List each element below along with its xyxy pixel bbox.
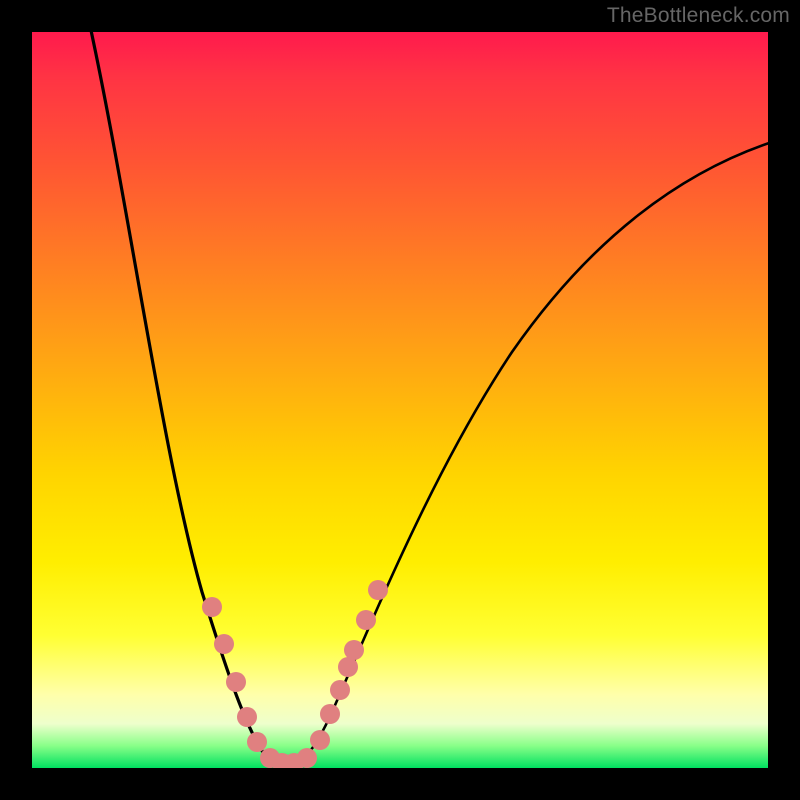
markers-valley [272,748,317,768]
chart-frame: TheBottleneck.com [0,0,800,800]
markers-right [310,580,388,750]
watermark-text: TheBottleneck.com [607,4,790,28]
plot-area [32,32,768,768]
curve-layer [32,32,768,768]
curve-right [284,142,768,767]
markers-left [202,597,280,768]
curve-left [87,32,284,767]
